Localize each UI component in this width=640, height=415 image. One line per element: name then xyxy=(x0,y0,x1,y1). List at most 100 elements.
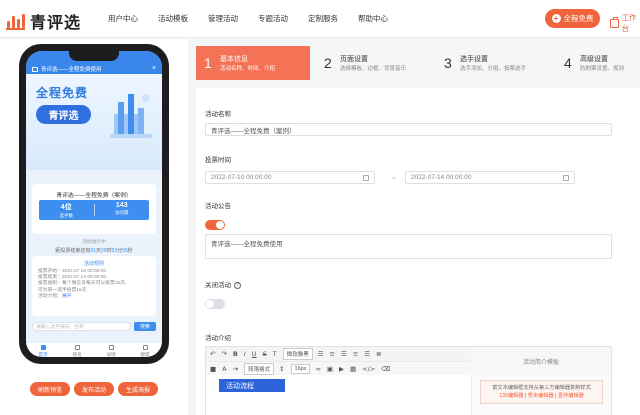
code-icon[interactable]: </> xyxy=(362,365,375,373)
notice-toggle[interactable] xyxy=(205,220,225,230)
tab-detail[interactable]: 详情 xyxy=(94,343,128,357)
eraser-icon[interactable]: ⌫ xyxy=(381,365,390,373)
undo-icon[interactable]: ↶ xyxy=(210,350,215,358)
link-icon[interactable]: ∞ xyxy=(315,365,320,373)
countdown: 活动进行中 距投票结束还有01天09时53分55秒 xyxy=(32,238,156,254)
notice-textarea[interactable]: 青评选——全程免费使用 xyxy=(205,234,612,259)
table-icon[interactable]: ▦ xyxy=(350,365,356,373)
unordered-list-icon[interactable]: ≡ xyxy=(330,350,335,358)
editor-content[interactable]: 活动流程 xyxy=(206,375,471,415)
publish-button[interactable]: 发布活动 xyxy=(74,382,114,396)
stat-visits: 143 访问量 xyxy=(95,200,150,220)
activity-title-card: 青评选——全程免费（案例） 4位 选手数 143 访问量 xyxy=(32,184,156,234)
phone-search: 请输入选手编号、名称 搜索 xyxy=(32,321,156,331)
tab-search[interactable]: 搜索 xyxy=(128,343,162,357)
tab-ranking[interactable]: 排名 xyxy=(60,343,94,357)
step-title: 选手设置 xyxy=(460,56,488,63)
logo-text: 青评选 xyxy=(30,15,82,32)
nav-item-custom[interactable]: 定制服务 xyxy=(308,13,338,24)
phone-frame: 青评选——全程免费使用 × 全程免费 青评选 青评选——全程免费（案例） 4位 … xyxy=(19,44,169,364)
stat-visits-label: 访问量 xyxy=(115,210,129,215)
underline-icon[interactable]: U xyxy=(252,350,257,358)
refresh-preview-button[interactable]: 刷新预览 xyxy=(30,382,70,396)
paragraph-select[interactable]: 段落格式 xyxy=(244,362,275,375)
strike-icon[interactable]: S xyxy=(263,350,267,358)
rules-title: 活动规则 xyxy=(83,261,104,267)
editor-link-yiban[interactable]: 壹伴编辑器 xyxy=(558,393,584,399)
expand-link[interactable]: 展开 xyxy=(62,294,72,299)
step-player-settings[interactable]: 3 选手设置 选手添加、分组、投票选手 xyxy=(436,46,550,80)
banner-title: 全程免费 xyxy=(36,86,89,100)
intro-label: 活动介绍 xyxy=(205,335,231,342)
banner-brand-pill: 青评选 xyxy=(36,105,91,124)
activity-title: 青评选——全程免费（案例） xyxy=(56,193,132,199)
logo[interactable]: 青评选 xyxy=(6,9,81,33)
intro-row: 活动介绍：展开 xyxy=(38,293,72,299)
poster-button[interactable]: 生成海报 xyxy=(118,382,158,396)
phone-search-button[interactable]: 搜索 xyxy=(134,321,156,331)
nav-item-manage[interactable]: 管理活动 xyxy=(208,13,238,24)
flow-heading: 活动流程 xyxy=(219,379,285,392)
preview-panel: 青评选——全程免费使用 × 全程免费 青评选 青评选——全程免费（案例） 4位 … xyxy=(0,39,188,415)
close-icon[interactable]: × xyxy=(152,65,156,72)
step-advanced-settings[interactable]: 4 高级设置 防刷票设置、规则 xyxy=(556,46,640,80)
start-time-input[interactable]: 2022-07-10 00:00:00 xyxy=(205,171,375,184)
font-size-select[interactable]: 16px xyxy=(290,363,311,374)
indent-icon[interactable]: ⇥ xyxy=(233,365,238,373)
detail-icon xyxy=(108,345,114,350)
template-hint: 富文本编辑框支持从第三方编辑器复制样式 xyxy=(492,385,591,391)
phone-tabbar: 首页 排名 详情 搜索 xyxy=(26,343,162,357)
notice-label: 活动公告 xyxy=(205,203,231,210)
banner-illustration xyxy=(110,94,152,138)
phone-screen[interactable]: 青评选——全程免费使用 × 全程免费 青评选 青评选——全程免费（案例） 4位 … xyxy=(26,51,162,357)
stat-players-label: 选手数 xyxy=(59,213,74,218)
nav-item-help[interactable]: 帮助中心 xyxy=(358,13,388,24)
italic-icon[interactable]: I xyxy=(244,350,246,358)
align-center-icon[interactable]: ≡ xyxy=(353,350,358,358)
align-right-icon[interactable]: ☰ xyxy=(364,350,370,358)
home-icon xyxy=(40,345,46,350)
tab-home[interactable]: 首页 xyxy=(26,343,60,357)
nav-item-user-center[interactable]: 用户中心 xyxy=(108,13,138,24)
editor-link-xiumi[interactable]: 秀米编辑器 xyxy=(528,393,554,399)
workbench-link[interactable]: 工作台 xyxy=(610,12,640,34)
main-nav: 用户中心 活动模板 管理活动 专题活动 定制服务 帮助中心 xyxy=(108,13,408,24)
phone-search-input[interactable]: 请输入选手编号、名称 xyxy=(32,321,131,331)
bold-icon[interactable]: B xyxy=(233,350,238,358)
image-icon[interactable]: ▣ xyxy=(327,365,333,373)
workbench-label: 工作台 xyxy=(621,13,637,33)
ordered-list-icon[interactable]: ☰ xyxy=(318,350,324,358)
step-title: 基本信息 xyxy=(220,56,248,63)
ranking-icon xyxy=(74,345,80,350)
basic-info-form: 活动名称 青评选——全程免费（案例） 投票时间 2022-07-10 00:00… xyxy=(196,88,640,415)
step-page-settings[interactable]: 2 页面设置 选择模板、边框、背景音乐 xyxy=(316,46,430,80)
font-family-select[interactable]: 微软雅黑 xyxy=(282,348,313,360)
align-justify-icon[interactable]: ≣ xyxy=(376,350,381,358)
background-color-icon[interactable]: A xyxy=(222,365,226,373)
end-time-input[interactable]: 2022-07-14 00:00:00 xyxy=(405,171,575,184)
rich-text-editor: ↶ ↷ B I U S T 微软雅黑 ☰ ≡ ☰ ≡ ☰ ≣ ■ A ⇥ 段落格… xyxy=(205,346,612,415)
clear-format-icon[interactable]: T xyxy=(273,350,277,358)
progress-label: 活动进行中 xyxy=(82,240,106,245)
nav-item-topics[interactable]: 专题活动 xyxy=(258,13,288,24)
align-left-icon[interactable]: ☰ xyxy=(341,350,347,358)
announcement-text: 青评选——全程免费使用 xyxy=(41,67,102,73)
nav-item-templates[interactable]: 活动模板 xyxy=(158,13,188,24)
activity-name-input[interactable]: 青评选——全程免费（案例） xyxy=(205,123,612,136)
video-icon[interactable]: ▶ xyxy=(339,365,344,373)
rules-card: 活动规则 投票开始：2022.07.10 00:00:00 投票结束：2022.… xyxy=(32,256,156,316)
help-icon[interactable]: ? xyxy=(234,281,241,289)
step-basic-info[interactable]: 1 基本信息 活动名称、时间、介绍 xyxy=(196,46,310,80)
editor-link-135[interactable]: 135编辑器 xyxy=(499,393,523,399)
text-color-icon[interactable]: ■ xyxy=(210,365,216,373)
stat-players: 4位 选手数 xyxy=(39,200,94,220)
plus-icon: + xyxy=(551,14,561,23)
free-button[interactable]: + 全程免费 xyxy=(545,9,600,28)
line-height-icon[interactable]: ↕ xyxy=(279,365,284,373)
template-hint-box: 富文本编辑框支持从第三方编辑器复制样式 135编辑器 | 秀米编辑器 | 壹伴编… xyxy=(480,380,603,404)
editor-links: 135编辑器 | 秀米编辑器 | 壹伴编辑器 xyxy=(499,393,584,399)
close-activity-toggle[interactable] xyxy=(205,299,225,309)
preview-actions: 刷新预览 发布活动 生成海报 xyxy=(30,382,162,396)
stat-visits-value: 143 xyxy=(115,202,128,209)
redo-icon[interactable]: ↷ xyxy=(221,350,226,358)
